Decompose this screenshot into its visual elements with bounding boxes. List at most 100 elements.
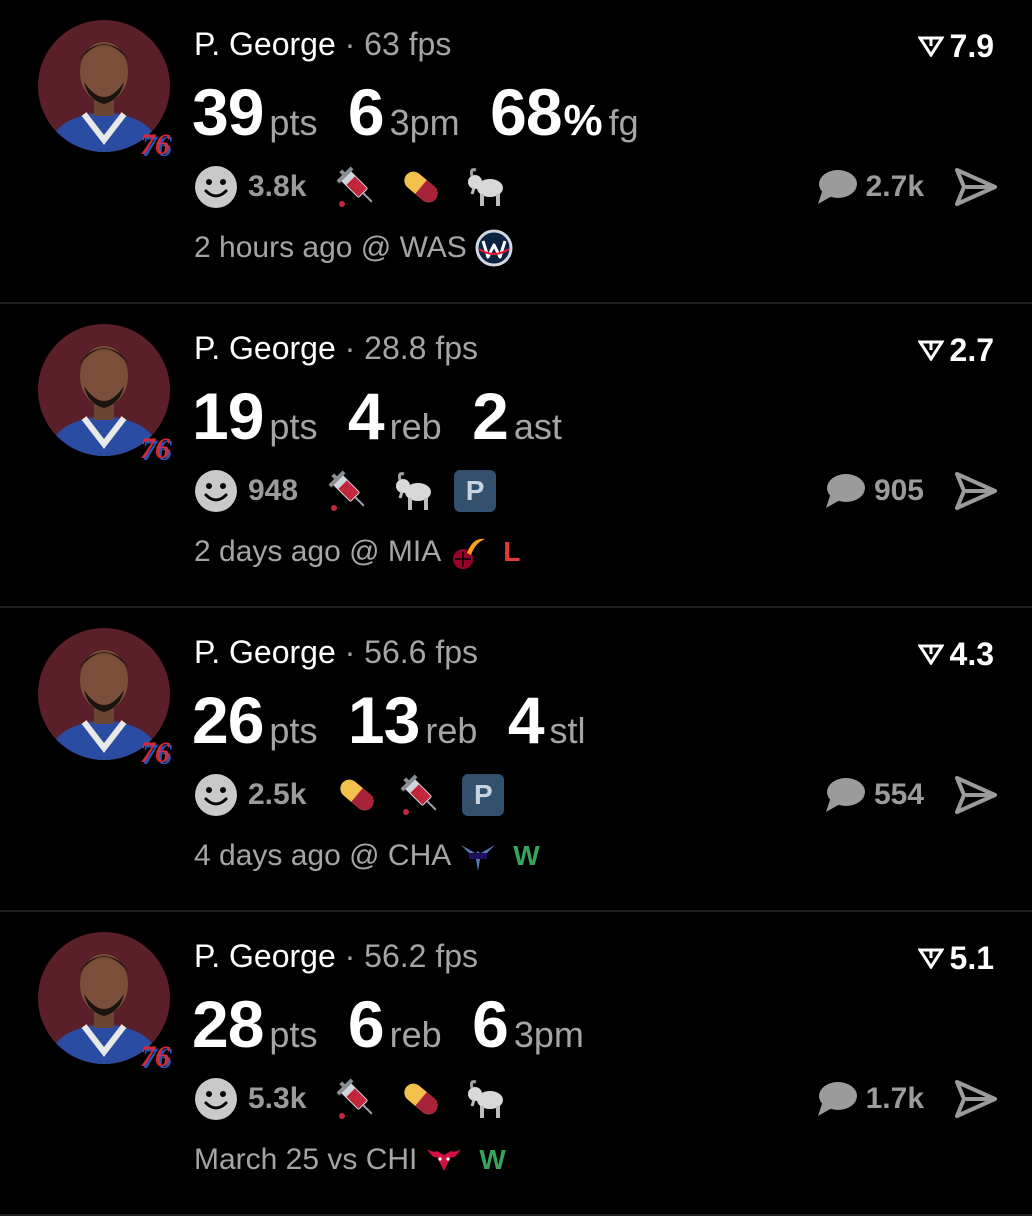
smiley-icon[interactable]	[194, 165, 238, 209]
svg-text:76: 76	[140, 432, 170, 460]
rating-badge: 2.7	[917, 330, 994, 370]
comments-bar: 554	[824, 772, 998, 818]
player-name[interactable]: P. George	[194, 330, 336, 366]
syringe-icon[interactable]	[398, 772, 444, 818]
stat-number: 39	[192, 75, 264, 149]
hornets-logo	[459, 837, 497, 875]
reactions-bar: 3.8k	[194, 164, 526, 210]
comments-bar: 905	[824, 468, 998, 514]
stat-item: 6 3pm	[348, 72, 460, 171]
rating-badge: 7.9	[917, 26, 994, 66]
stat-item: 26 pts	[192, 680, 317, 779]
game-card[interactable]: 76 76 P. George · 56.2 fps 5.1 28 pts 6 re…	[0, 912, 1032, 1216]
stat-unit: reb	[389, 1014, 442, 1055]
goat-icon[interactable]	[462, 1076, 508, 1122]
comments-bar: 1.7k	[816, 1076, 998, 1122]
stat-item: 4 stl	[508, 680, 586, 779]
stat-line: 28 pts 6 reb 6 3pm	[192, 984, 610, 1083]
pill-icon[interactable]	[398, 1076, 444, 1122]
share-icon[interactable]	[954, 471, 998, 511]
stat-number: 2	[472, 379, 509, 453]
stat-unit: pts	[269, 406, 318, 447]
player-avatar[interactable]: 76 76	[38, 628, 174, 764]
comment-icon[interactable]	[824, 472, 866, 510]
syringe-icon[interactable]	[334, 1076, 380, 1122]
game-info: 4 days ago @ CHA W	[194, 834, 540, 878]
stat-percent: %	[563, 96, 603, 145]
comment-icon[interactable]	[816, 1080, 858, 1118]
smiley-icon[interactable]	[194, 773, 238, 817]
reactions-bar: 2.5k P	[194, 772, 522, 818]
stat-unit: pts	[269, 102, 318, 143]
fantasy-points: 56.2 fps	[364, 938, 479, 974]
svg-text:76: 76	[140, 128, 170, 156]
stat-unit: stl	[549, 710, 586, 751]
stat-number: 6	[472, 987, 509, 1061]
share-icon[interactable]	[954, 167, 998, 207]
share-icon[interactable]	[954, 1079, 998, 1119]
rating-value: 4.3	[949, 636, 994, 672]
stat-item: 39 pts	[192, 72, 317, 171]
player-avatar[interactable]: 76 76	[38, 932, 174, 1068]
rating-icon	[917, 36, 944, 57]
pill-icon[interactable]	[334, 772, 380, 818]
game-card[interactable]: 76 76 P. George · 56.6 fps 4.3 26 pts 13 r…	[0, 608, 1032, 912]
stat-unit: pts	[269, 710, 318, 751]
game-time-opponent[interactable]: March 25 vs CHI	[194, 1143, 417, 1177]
reaction-count: 3.8k	[248, 170, 307, 203]
game-card[interactable]: 76 76 P. George · 63 fps 7.9 39 pts 6 3pm …	[0, 0, 1032, 304]
stat-unit: pts	[269, 1014, 318, 1055]
card-header: P. George · 56.2 fps	[194, 936, 478, 976]
comment-count: 554	[873, 778, 924, 811]
stat-unit: 3pm	[513, 1014, 584, 1055]
player-avatar[interactable]: 76 76	[38, 324, 174, 460]
stat-number: 26	[192, 683, 264, 757]
stat-number: 19	[192, 379, 264, 453]
heat-logo	[449, 533, 487, 571]
parking-icon[interactable]: P	[454, 470, 497, 512]
bulls-logo	[425, 1141, 463, 1179]
stat-number: 6	[347, 987, 385, 1061]
separator: ·	[344, 634, 356, 670]
svg-text:76: 76	[140, 736, 170, 764]
syringe-icon[interactable]	[326, 468, 372, 514]
comment-icon[interactable]	[824, 776, 866, 814]
comment-count: 905	[873, 474, 924, 507]
stat-unit: ast	[513, 406, 562, 447]
smiley-icon[interactable]	[194, 469, 238, 513]
syringe-icon[interactable]	[334, 164, 380, 210]
stat-item: 28 pts	[192, 984, 317, 1083]
fantasy-points: 28.8 fps	[364, 330, 479, 366]
player-name[interactable]: P. George	[194, 26, 336, 62]
stat-item: 6 3pm	[472, 984, 584, 1083]
goat-icon[interactable]	[462, 164, 508, 210]
rating-icon	[917, 340, 944, 361]
share-icon[interactable]	[954, 775, 998, 815]
game-card[interactable]: 76 76 P. George · 28.8 fps 2.7 19 pts 4 re…	[0, 304, 1032, 608]
game-result: W	[479, 1144, 506, 1175]
stat-number: 13	[347, 683, 420, 757]
comment-icon[interactable]	[816, 168, 858, 206]
player-avatar[interactable]: 76 76	[38, 20, 174, 156]
player-name[interactable]: P. George	[194, 634, 336, 670]
game-time-opponent[interactable]: 2 hours ago @ WAS	[194, 231, 467, 265]
stat-item: 68% fg	[490, 72, 639, 171]
stat-number: 4	[347, 379, 385, 453]
stat-number: 6	[347, 75, 385, 149]
rating-badge: 5.1	[917, 938, 994, 978]
game-time-opponent[interactable]: 4 days ago @ CHA	[194, 839, 451, 873]
player-name[interactable]: P. George	[194, 938, 336, 974]
game-time-opponent[interactable]: 2 days ago @ MIA	[194, 535, 441, 569]
rating-icon	[917, 644, 944, 665]
game-info: 2 hours ago @ WAS	[194, 226, 529, 270]
stat-unit: fg	[608, 102, 639, 143]
smiley-icon[interactable]	[194, 1077, 238, 1121]
comments-bar: 2.7k	[816, 164, 998, 210]
rating-value: 7.9	[949, 28, 994, 64]
game-info: 2 days ago @ MIA L	[194, 530, 520, 574]
pill-icon[interactable]	[398, 164, 444, 210]
parking-icon[interactable]: P	[462, 774, 505, 816]
goat-icon[interactable]	[390, 468, 436, 514]
stat-item: 13 reb	[348, 680, 477, 779]
reaction-count: 948	[248, 474, 299, 507]
